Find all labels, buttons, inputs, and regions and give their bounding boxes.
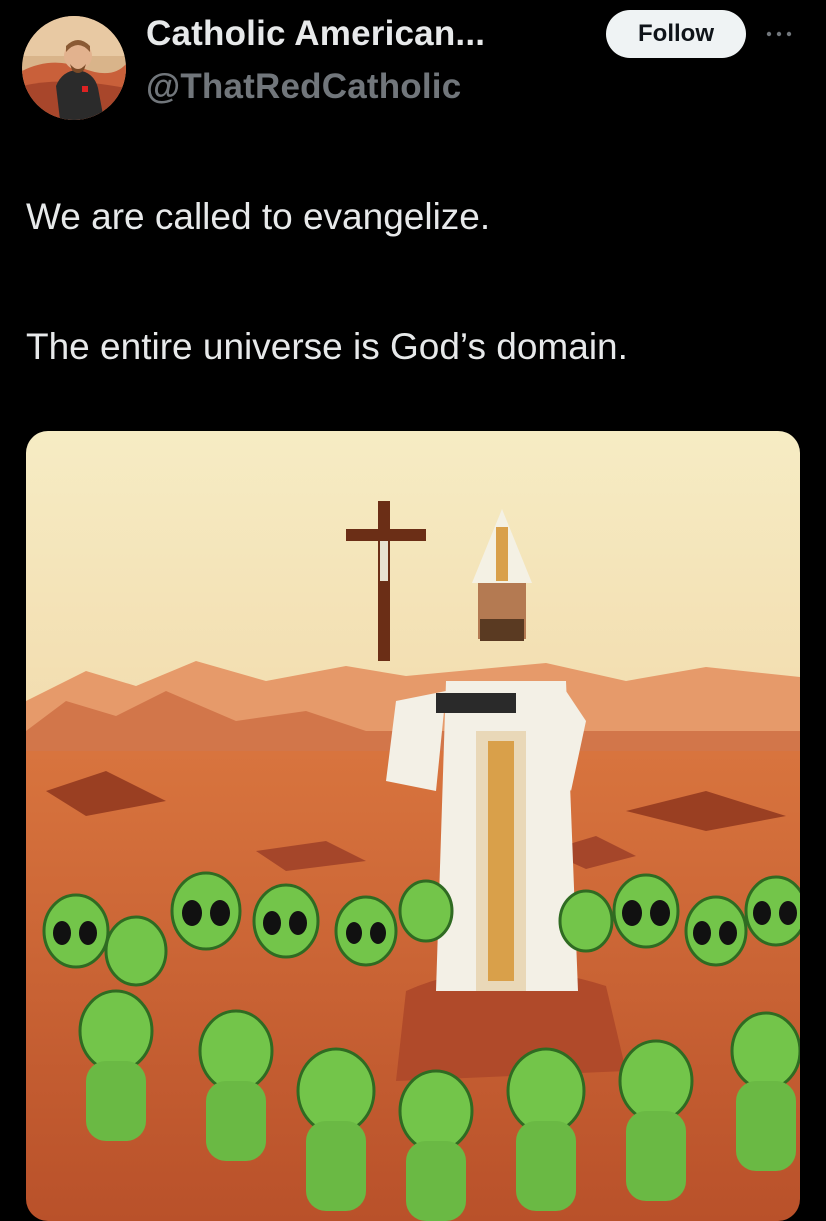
ellipsis-icon <box>766 31 792 37</box>
author-avatar[interactable] <box>22 16 126 120</box>
pixel-art-image-icon <box>26 431 800 1221</box>
follow-button[interactable]: Follow <box>606 10 746 58</box>
tweet-paragraph: The entire universe is God’s domain. <box>26 326 628 367</box>
tweet-media-image[interactable] <box>26 431 800 1221</box>
profile-photo-icon <box>22 16 126 120</box>
tweet-paragraph: We are called to evangelize. <box>26 196 491 237</box>
author-display-name[interactable]: Catholic American... <box>146 14 485 54</box>
more-options-button[interactable] <box>762 20 796 48</box>
author-handle[interactable]: @ThatRedCatholic <box>146 67 461 107</box>
tweet-text: We are called to evangelize. The entire … <box>26 194 806 370</box>
